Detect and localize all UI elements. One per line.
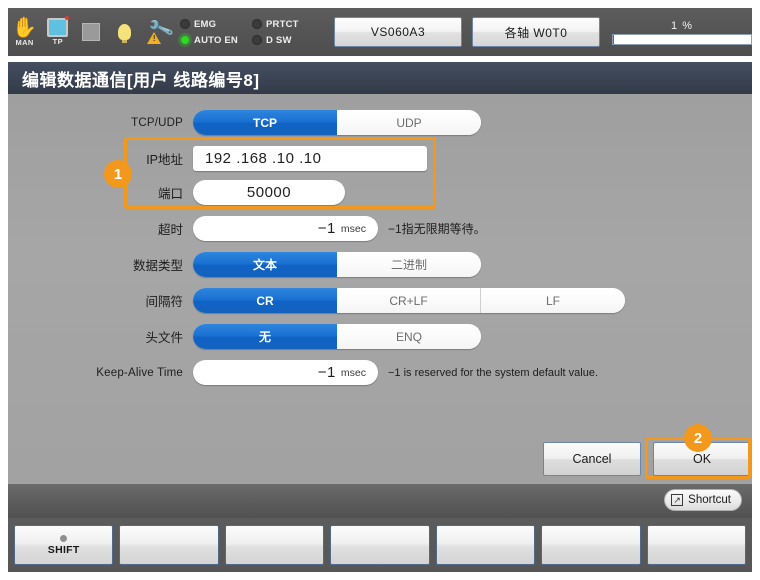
ip-address-value: 192 .168 .10 .10 xyxy=(205,150,322,167)
function-key-2[interactable] xyxy=(119,525,219,565)
function-key-6[interactable] xyxy=(541,525,641,565)
function-key-shift[interactable]: SHIFT xyxy=(14,525,114,565)
timeout-label: 超时 xyxy=(157,223,183,237)
header-option-none[interactable]: 无 xyxy=(193,324,337,349)
settings-panel: TCP/UDP TCP UDP IP地址 192 .168 .10 .10 端口… xyxy=(8,94,752,484)
keep-alive-hint: −1 is reserved for the system default va… xyxy=(388,366,599,379)
data-type-option-binary[interactable]: 二进制 xyxy=(337,252,481,277)
row-protocol: TCP/UDP TCP UDP xyxy=(73,110,481,135)
function-key-5[interactable] xyxy=(435,525,536,565)
cancel-button[interactable]: Cancel xyxy=(543,442,641,476)
hand-icon: ✋ xyxy=(12,16,38,39)
delimiter-option-lf[interactable]: LF xyxy=(481,288,625,313)
teach-pendant-icon xyxy=(47,16,70,37)
annotation-badge-2: 2 xyxy=(684,424,712,452)
port-label: 端口 xyxy=(157,187,183,201)
maintenance-indicator: 🔧 xyxy=(141,9,176,55)
timeout-unit: msec xyxy=(340,222,366,235)
protocol-option-tcp[interactable]: TCP xyxy=(193,110,337,135)
timeout-input[interactable]: −1 msec xyxy=(193,216,378,241)
warning-triangle-icon xyxy=(147,32,162,44)
row-data-type: 数据类型 文本 二进制 xyxy=(73,252,481,277)
function-key-bar: SHIFT xyxy=(8,518,752,572)
protocol-option-udp[interactable]: UDP xyxy=(337,110,481,135)
led-d-sw-dot xyxy=(252,35,263,45)
function-key-3[interactable] xyxy=(224,525,325,565)
led-emg: EMG xyxy=(180,19,252,30)
protocol-label: TCP/UDP xyxy=(131,116,183,129)
shortcut-button[interactable]: ↗ Shortcut xyxy=(664,489,742,511)
shortcut-bar: ↗ Shortcut xyxy=(8,484,752,518)
stop-square-icon xyxy=(82,23,100,41)
delimiter-label: 间隔符 xyxy=(145,295,183,309)
led-d-sw-label: D SW xyxy=(266,34,292,46)
keep-alive-input[interactable]: −1 msec xyxy=(193,360,378,385)
manual-mode-label: MAN xyxy=(15,37,34,47)
row-header: 头文件 无 ENQ xyxy=(73,324,481,349)
teach-pendant-indicator: TP xyxy=(41,9,74,55)
delimiter-segmented-control[interactable]: CR CR+LF LF xyxy=(193,288,625,313)
page-title: 编辑数据通信[用户 线路编号8] xyxy=(22,70,260,90)
header-label: 头文件 xyxy=(145,331,183,345)
dialog-title-bar: 编辑数据通信[用户 线路编号8] xyxy=(8,62,752,94)
shortcut-arrow-icon: ↗ xyxy=(671,494,684,506)
led-prtct-dot xyxy=(252,19,263,29)
protocol-segmented-control[interactable]: TCP UDP xyxy=(193,110,481,135)
led-prtct-label: PRTCT xyxy=(266,18,299,30)
data-type-label: 数据类型 xyxy=(132,259,183,273)
shift-indicator-dot xyxy=(60,534,68,542)
wrench-warning-icon: 🔧 xyxy=(142,15,176,45)
shortcut-label: Shortcut xyxy=(688,494,731,506)
led-auto-en-dot xyxy=(180,35,191,45)
data-type-segmented-control[interactable]: 文本 二进制 xyxy=(193,252,481,277)
header-segmented-control[interactable]: 无 ENQ xyxy=(193,324,481,349)
robot-model-button[interactable]: VS060A3 xyxy=(334,17,463,47)
stop-square-indicator xyxy=(74,9,107,55)
port-input[interactable]: 50000 xyxy=(193,180,345,205)
led-emg-label: EMG xyxy=(194,18,217,30)
row-timeout: 超时 −1 msec −1指无限期等待。 xyxy=(73,216,486,241)
lightbulb-icon xyxy=(117,24,131,43)
speed-progress-fill xyxy=(613,34,615,44)
delimiter-option-cr[interactable]: CR xyxy=(193,288,337,313)
teach-pendant-screen: ✋ MAN TP 🔧 EMG PRTCT xyxy=(0,0,760,580)
function-key-4[interactable] xyxy=(330,525,430,565)
status-bar: ✋ MAN TP 🔧 EMG PRTCT xyxy=(8,8,753,56)
led-emg-dot xyxy=(180,19,191,29)
lamp-indicator xyxy=(108,9,141,55)
port-value: 50000 xyxy=(246,184,292,201)
speed-indicator: 1 % xyxy=(612,19,753,45)
speed-value: 1 % xyxy=(671,19,693,32)
row-delimiter: 间隔符 CR CR+LF LF xyxy=(73,288,625,313)
led-auto-en: AUTO EN xyxy=(180,35,252,46)
teach-pendant-label: TP xyxy=(52,37,63,46)
led-auto-en-label: AUTO EN xyxy=(194,34,238,46)
timeout-hint: −1指无限期等待。 xyxy=(388,222,486,236)
led-d-sw: D SW xyxy=(252,35,324,46)
keep-alive-value: −1 xyxy=(317,364,336,381)
delimiter-option-crlf[interactable]: CR+LF xyxy=(337,288,481,313)
timeout-value: −1 xyxy=(317,220,336,237)
header-option-enq[interactable]: ENQ xyxy=(337,324,481,349)
ip-address-input[interactable]: 192 .168 .10 .10 xyxy=(193,146,427,171)
led-indicator-group: EMG PRTCT AUTO EN D SW xyxy=(180,16,324,48)
speed-progress-bar[interactable] xyxy=(612,33,753,45)
led-prtct: PRTCT xyxy=(252,19,324,30)
axis-coordinate-button[interactable]: 各轴 W0T0 xyxy=(472,17,601,47)
row-keep-alive: Keep-Alive Time −1 msec −1 is reserved f… xyxy=(0,360,598,385)
manual-mode-indicator: ✋ MAN xyxy=(8,9,41,55)
function-key-7[interactable] xyxy=(646,525,746,565)
data-type-option-text[interactable]: 文本 xyxy=(193,252,337,277)
ip-address-label: IP地址 xyxy=(146,153,183,167)
keep-alive-unit: msec xyxy=(340,366,366,379)
annotation-badge-1: 1 xyxy=(104,160,132,188)
keep-alive-label: Keep-Alive Time xyxy=(96,366,183,379)
function-key-shift-label: SHIFT xyxy=(47,543,80,556)
